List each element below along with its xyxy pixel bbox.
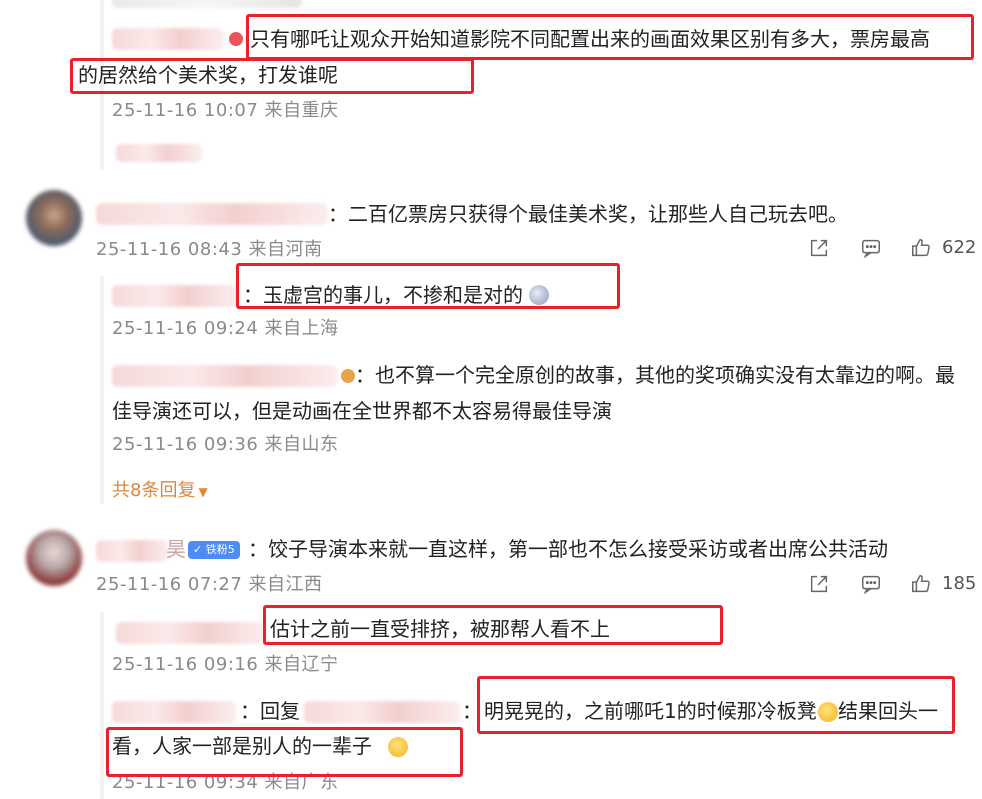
reply-text-line2: 佳导演还可以，但是动画在全世界都不太容易得最佳导演 bbox=[112, 399, 612, 423]
like-count: 185 bbox=[942, 573, 977, 594]
blurred-username[interactable] bbox=[96, 540, 168, 562]
highlight-box bbox=[236, 263, 620, 309]
highlight-box bbox=[477, 676, 955, 734]
vip-icon bbox=[341, 369, 355, 383]
comment-icon[interactable] bbox=[860, 573, 882, 595]
highlight-box bbox=[246, 14, 974, 60]
comment-icon[interactable] bbox=[860, 237, 882, 259]
comment-meta: 25-11-16 08:43 来自河南 bbox=[96, 239, 323, 260]
blurred-mention bbox=[304, 701, 460, 723]
share-icon[interactable] bbox=[808, 573, 830, 595]
reply-meta: 25-11-16 09:24 来自上海 bbox=[112, 318, 339, 339]
fan-badge: ✓ 铁粉5 bbox=[188, 541, 240, 559]
highlight-box bbox=[263, 605, 723, 645]
thread-line bbox=[100, 276, 104, 504]
reply-meta: 25-11-16 09:16 来自辽宁 bbox=[112, 654, 339, 675]
reply-prefix: ：回复 bbox=[240, 699, 300, 723]
blurred-username bbox=[116, 622, 266, 644]
more-replies-label: 共8条回复 bbox=[112, 480, 196, 501]
avatar[interactable] bbox=[26, 530, 82, 586]
like-icon[interactable] bbox=[910, 573, 932, 595]
blurred-text bbox=[116, 144, 202, 162]
reply-meta: 25-11-16 09:36 来自山东 bbox=[112, 434, 339, 455]
avatar[interactable] bbox=[26, 190, 82, 246]
share-icon[interactable] bbox=[808, 237, 830, 259]
blurred-text bbox=[112, 0, 302, 8]
reply-meta: 25-11-16 10:07 来自重庆 bbox=[112, 100, 339, 121]
highlight-box bbox=[70, 58, 474, 94]
caret-down-icon: ▼ bbox=[198, 485, 208, 499]
like-icon[interactable] bbox=[910, 237, 932, 259]
thread-line bbox=[100, 612, 104, 799]
blurred-username bbox=[112, 285, 238, 307]
like-count: 622 bbox=[942, 237, 977, 258]
blurred-username[interactable] bbox=[96, 203, 328, 225]
blurred-username bbox=[112, 701, 236, 723]
reply-text-line1: ：也不算一个完全原创的故事，其他的奖项确实没有太靠边的啊。最 bbox=[355, 363, 955, 387]
vip-icon bbox=[229, 32, 243, 46]
username-suffix: 昊 bbox=[166, 537, 186, 561]
more-replies-link[interactable]: 共8条回复 ▼ bbox=[112, 478, 208, 505]
blurred-username bbox=[112, 28, 224, 50]
blurred-username bbox=[112, 365, 338, 387]
comment-text: ：饺子导演本来就一直这样，第一部也不怎么接受采访或者出席公共活动 bbox=[248, 537, 888, 561]
comment-text: ：二百亿票房只获得个最佳美术奖，让那些人自己玩去吧。 bbox=[328, 202, 848, 226]
fan-badge-label: 铁粉5 bbox=[205, 543, 235, 556]
highlight-box bbox=[106, 727, 463, 777]
comment-meta: 25-11-16 07:27 来自江西 bbox=[96, 574, 323, 595]
